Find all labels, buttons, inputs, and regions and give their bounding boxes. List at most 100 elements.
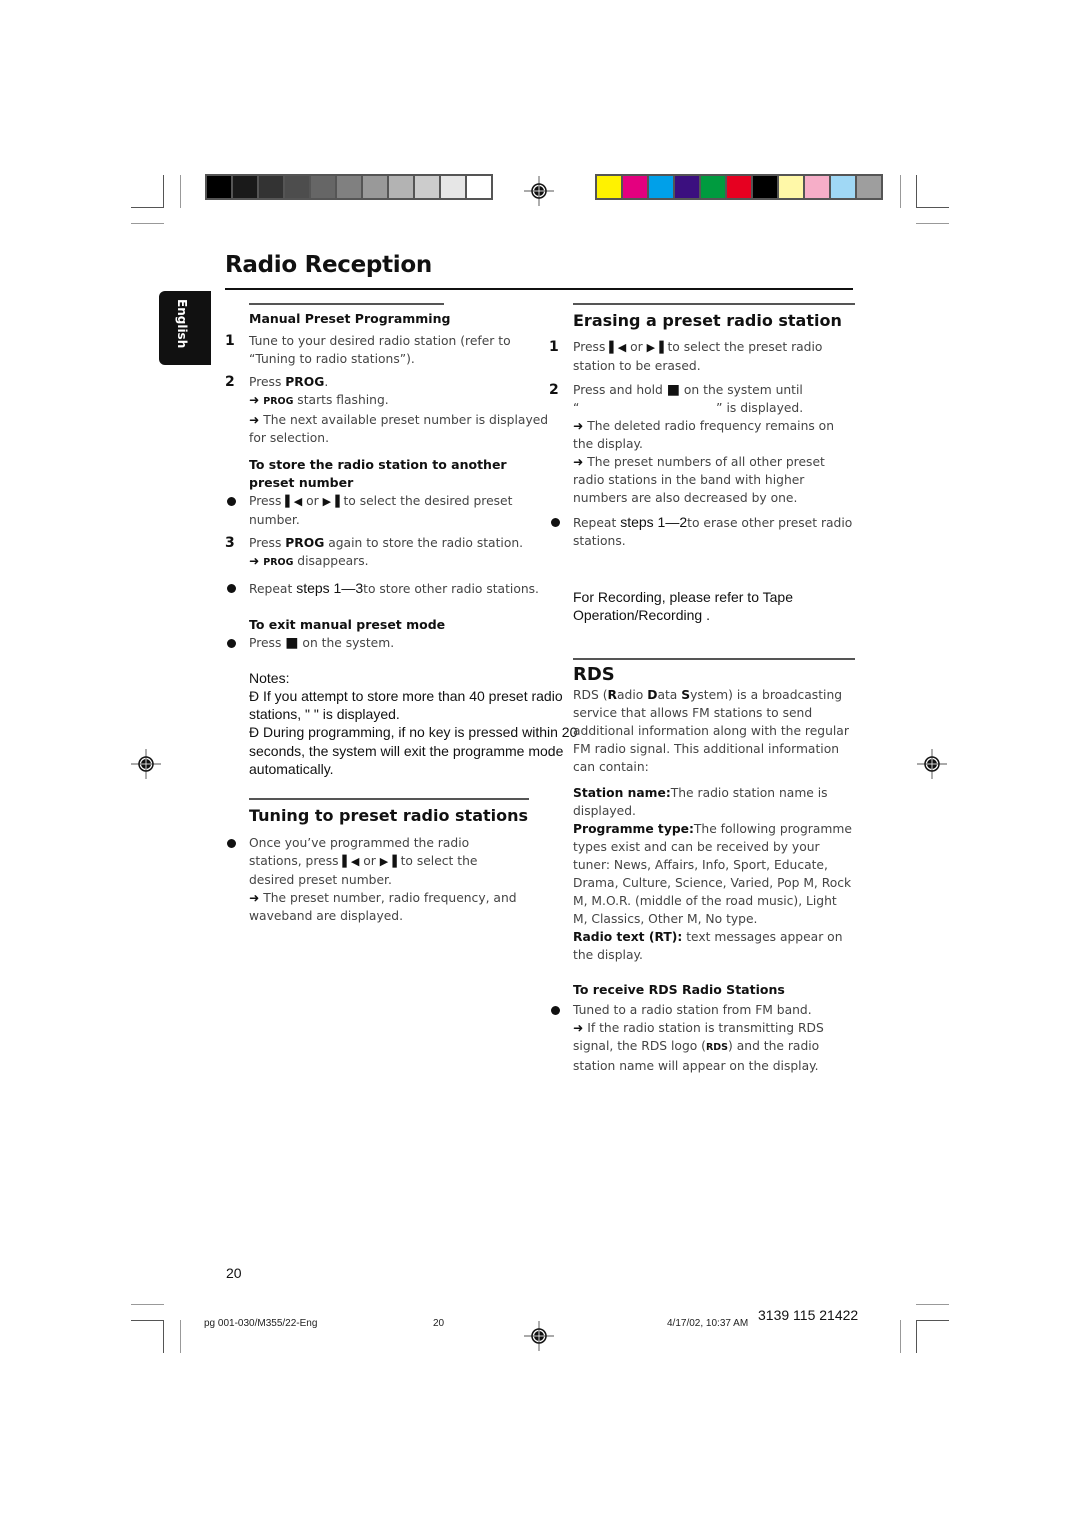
color-swatch xyxy=(597,176,621,198)
next-icon: ▶▐ xyxy=(379,854,397,868)
step-text: . xyxy=(324,374,329,389)
bullet-text: Press xyxy=(249,635,286,650)
gray-swatch xyxy=(207,176,231,198)
step-text: Tune to your desired radio station (refe… xyxy=(249,333,511,366)
right-column: Erasing a preset radio station 1 Press ▌… xyxy=(549,303,855,1075)
gray-swatch xyxy=(259,176,283,198)
section-rule xyxy=(573,658,855,660)
gray-swatch xyxy=(363,176,387,198)
language-tab: English xyxy=(159,291,211,365)
crop-mark xyxy=(131,1304,164,1305)
crop-mark xyxy=(900,175,901,208)
arrow-icon: ➜ xyxy=(249,412,260,427)
crop-mark xyxy=(131,207,164,208)
section-rule xyxy=(249,303,444,305)
bullet-icon xyxy=(551,1005,560,1015)
crop-mark xyxy=(180,175,181,208)
color-swatch xyxy=(805,176,829,198)
exit-heading: To exit manual preset mode xyxy=(249,616,446,632)
crop-mark xyxy=(180,1320,181,1353)
bullet-text: Press xyxy=(249,493,286,508)
prog-display-badge: PROG xyxy=(263,395,294,407)
page-number: 20 xyxy=(226,1265,242,1281)
gray-swatch xyxy=(233,176,257,198)
color-swatch xyxy=(675,176,699,198)
crop-mark xyxy=(131,1320,164,1321)
erase-step-2: 2 Press and hold ■ on the system until “… xyxy=(549,381,855,507)
grayscale-calibration-bar xyxy=(205,174,493,200)
result-text: The preset numbers of all other preset r… xyxy=(573,454,825,505)
result-text: The preset number, radio frequency, and … xyxy=(249,890,517,923)
note-1: Ð If you attempt to store more than 40 p… xyxy=(249,687,563,723)
crop-mark xyxy=(900,1320,901,1353)
exit-bullet: Press ■ on the system. xyxy=(225,634,555,652)
rds-station-name: Station name:The radio station name is d… xyxy=(549,784,855,820)
bullet-text: or xyxy=(359,853,380,868)
next-icon: ▶▐ xyxy=(646,340,664,354)
color-swatch xyxy=(727,176,751,198)
manual-step-2: 2 Press PROG. ➜ PROG starts flashing. ➜ … xyxy=(225,373,555,447)
step-text: again to store the radio station. xyxy=(324,535,524,550)
gray-swatch xyxy=(311,176,335,198)
bullet-text: to store other radio stations. xyxy=(363,581,539,596)
recording-note: For Recording, please refer to Tape Oper… xyxy=(573,588,793,623)
next-icon: ▶▐ xyxy=(322,494,340,508)
registration-mark-icon xyxy=(524,176,554,206)
gray-swatch xyxy=(337,176,361,198)
bullet-icon xyxy=(227,583,236,593)
rds-intro-letter: S xyxy=(681,687,691,702)
rds-intro: RDS (Radio Data System) is a broadcastin… xyxy=(549,686,855,776)
previous-icon: ▌◀ xyxy=(285,494,303,508)
rds-intro-text: adio xyxy=(617,687,648,702)
color-swatch xyxy=(857,176,881,198)
erase-repeat-bullet: Repeat steps 1—2to erase other preset ra… xyxy=(549,513,855,550)
crop-mark xyxy=(916,175,917,208)
registration-mark-icon xyxy=(917,749,947,779)
step-text: Press and hold xyxy=(573,382,667,397)
color-swatch xyxy=(779,176,803,198)
steps-reference: steps 1—3 xyxy=(296,579,364,596)
step-text: Press xyxy=(573,339,610,354)
step-number: 2 xyxy=(225,373,235,390)
manual-step-1: 1 Tune to your desired radio station (re… xyxy=(225,332,555,368)
previous-icon: ▌◀ xyxy=(342,854,360,868)
step-text: or xyxy=(626,339,647,354)
station-name-label: Station name: xyxy=(573,785,671,800)
notes-label: Notes: xyxy=(249,669,290,686)
prog-display-badge: PROG xyxy=(263,556,294,568)
crop-mark xyxy=(163,1320,164,1353)
step-number: 1 xyxy=(549,338,559,355)
stop-icon: ■ xyxy=(285,634,299,651)
rds-intro-letter: D xyxy=(647,687,658,702)
footer-file-page: 20 xyxy=(433,1318,445,1329)
notes-block: Notes: Ð If you attempt to store more th… xyxy=(225,669,579,779)
registration-mark-icon xyxy=(524,1321,554,1351)
registration-mark-icon xyxy=(131,749,161,779)
rds-intro-text: RDS ( xyxy=(573,687,608,702)
step-text: Press xyxy=(249,535,286,550)
stop-icon: ■ xyxy=(666,381,680,398)
manual-preset-heading: Manual Preset Programming xyxy=(249,310,451,326)
color-swatch xyxy=(831,176,855,198)
receive-rds-bullet: Tuned to a radio station from FM band. ➜… xyxy=(549,1001,855,1075)
store-bullet: Press ▌◀ or ▶▐ to select the desired pre… xyxy=(225,492,555,529)
crop-mark xyxy=(916,1320,917,1353)
footer-code: 3139 115 21422 xyxy=(758,1307,859,1323)
step-number: 3 xyxy=(225,534,235,551)
gray-swatch xyxy=(285,176,309,198)
rds-intro-text: ata xyxy=(657,687,682,702)
arrow-icon: ➜ xyxy=(573,418,584,433)
rds-radio-text: Radio text (RT): text messages appear on… xyxy=(549,928,855,964)
color-swatch xyxy=(623,176,647,198)
erase-step-1: 1 Press ▌◀ or ▶▐ to select the preset ra… xyxy=(549,338,855,375)
arrow-icon: ➜ xyxy=(249,553,260,568)
result-text: The next available preset number is disp… xyxy=(249,412,549,445)
prog-key-label: PROG xyxy=(285,374,325,389)
footer-file-name: pg 001-030/M355/22-Eng xyxy=(204,1318,318,1329)
programme-type-label: Programme type: xyxy=(573,821,694,836)
gray-swatch xyxy=(415,176,439,198)
arrow-icon: ➜ xyxy=(573,1020,584,1035)
prog-key-label: PROG xyxy=(285,535,325,550)
page-title: Radio Reception xyxy=(225,252,432,278)
crop-mark xyxy=(916,207,949,208)
